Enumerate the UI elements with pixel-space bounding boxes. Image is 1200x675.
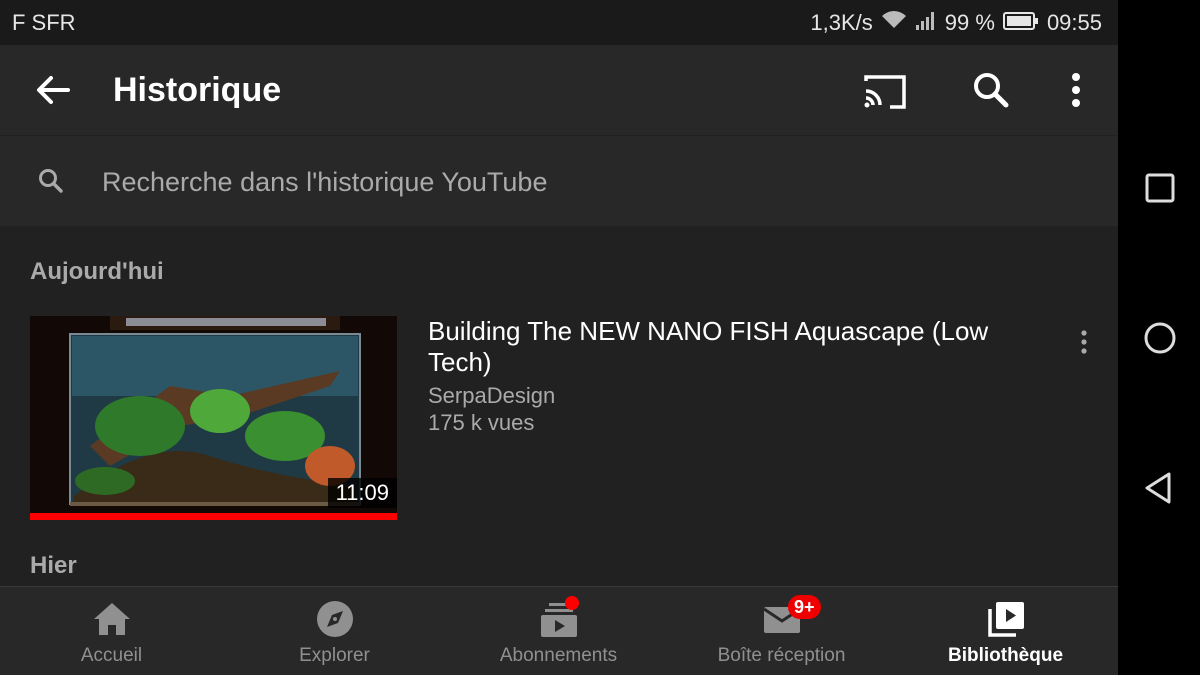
nav-item-inbox[interactable]: 9+ Boîte réception [670, 587, 893, 675]
video-thumbnail[interactable]: 11:09 [30, 316, 397, 520]
nav-item-library[interactable]: Bibliothèque [894, 587, 1117, 675]
video-options-button[interactable] [1074, 328, 1094, 358]
more-options-button[interactable] [1058, 67, 1094, 113]
nav-label-library: Bibliothèque [947, 645, 1064, 666]
back-triangle-icon[interactable] [1138, 466, 1182, 510]
status-bar: F SFR 1,3K/s 99 % 09:55 [0, 0, 1118, 45]
recents-square-icon[interactable] [1138, 166, 1182, 210]
watch-progress-fill [30, 513, 397, 520]
video-title[interactable]: Building The NEW NANO FISH Aquascape (Lo… [428, 316, 1008, 378]
watch-progress-track [30, 513, 397, 520]
status-right: 1,3K/s 99 % 09:55 [810, 10, 1102, 36]
search-icon [974, 73, 1009, 108]
nav-label-home: Accueil [80, 645, 143, 666]
android-navigation-bar [1118, 0, 1200, 675]
app-bar: Historique [0, 45, 1118, 135]
section-header-today: Aujourd'hui [30, 258, 164, 285]
network-speed: 1,3K/s [810, 10, 873, 35]
back-arrow-icon [37, 76, 70, 104]
bottom-navigation: Accueil Explorer Abonnements 9+ Boîte ré… [0, 586, 1118, 675]
nav-label-subscriptions: Abonnements [499, 645, 618, 666]
cast-icon [864, 75, 906, 109]
video-duration: 11:09 [327, 478, 397, 508]
history-search-bar [0, 136, 1118, 226]
library-icon [987, 602, 1024, 637]
compass-icon [316, 601, 353, 637]
section-header-yesterday: Hier [30, 552, 77, 579]
nav-item-explore[interactable]: Explorer [223, 587, 446, 675]
back-button[interactable] [30, 67, 76, 113]
history-video-item[interactable]: 11:09 Building The NEW NANO FISH Aquasca… [30, 316, 1100, 521]
nav-item-home[interactable]: Accueil [0, 587, 223, 675]
video-channel: SerpaDesign [428, 383, 556, 408]
search-button[interactable] [968, 67, 1014, 113]
home-circle-icon[interactable] [1138, 316, 1182, 360]
signal-icon [915, 10, 937, 36]
nav-label-explore: Explorer [299, 645, 370, 666]
nav-label-inbox: Boîte réception [717, 645, 846, 666]
more-vert-icon [1072, 73, 1080, 107]
search-icon [39, 169, 63, 193]
app-screen: F SFR 1,3K/s 99 % 09:55 Historique Reche… [0, 0, 1118, 675]
battery-icon [1002, 10, 1039, 36]
new-content-dot [565, 596, 579, 610]
wifi-icon [881, 10, 907, 36]
history-search-input[interactable] [100, 158, 1004, 206]
nav-item-subscriptions[interactable]: Abonnements [447, 587, 670, 675]
clock: 09:55 [1046, 10, 1102, 35]
home-icon [93, 603, 130, 635]
page-title: Historique [113, 71, 282, 109]
video-views: 175 k vues [428, 410, 535, 435]
battery-percent: 99 % [944, 10, 995, 35]
carrier-label: F SFR [12, 10, 76, 35]
more-vert-icon [1081, 330, 1087, 354]
cast-button[interactable] [860, 69, 910, 113]
notification-badge: 9+ [788, 595, 821, 619]
